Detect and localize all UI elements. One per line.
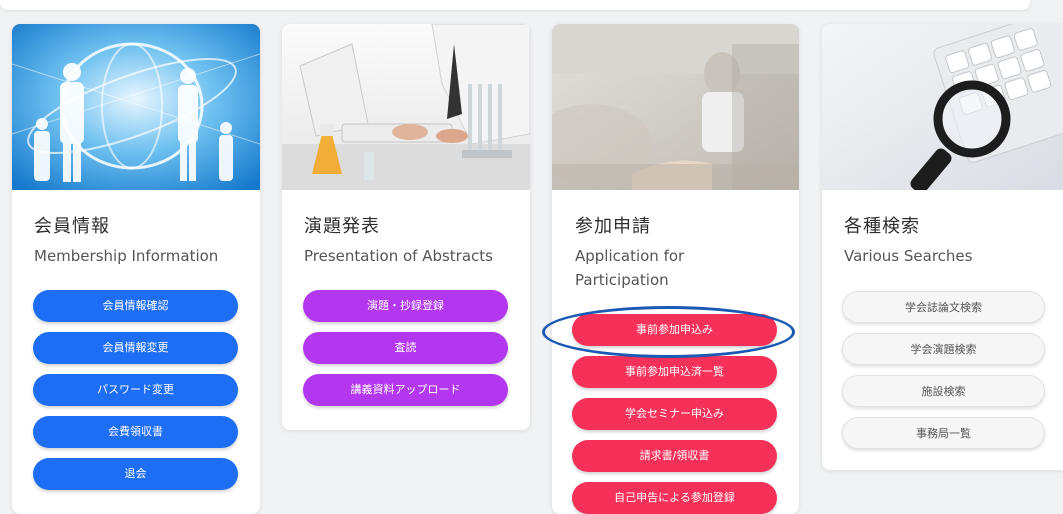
- abstracts-image: [282, 24, 530, 190]
- card-title: 会員情報: [34, 216, 110, 237]
- member-info-change-button[interactable]: 会員情報変更: [33, 332, 238, 364]
- withdraw-button[interactable]: 退会: [33, 458, 238, 490]
- lecture-material-upload-button[interactable]: 講義資料アップロード: [303, 374, 508, 406]
- card-title: 各種検索: [844, 216, 920, 237]
- card-subtitle: Various Searches: [844, 247, 973, 265]
- facility-search-button[interactable]: 施設検索: [842, 375, 1045, 407]
- secretariat-list-button[interactable]: 事務局一覧: [842, 417, 1045, 449]
- pre-registration-list-button[interactable]: 事前参加申込済一覧: [572, 356, 777, 388]
- membership-image: [12, 24, 260, 190]
- searches-image: [822, 24, 1063, 190]
- top-bar: [0, 0, 1030, 10]
- card-subtitle-line1: Application for: [575, 247, 685, 265]
- abstract-registration-button[interactable]: 演題・抄録登録: [303, 290, 508, 322]
- searches-card: 各種検索 Various Searches 学会誌論文検索 学会演題検索 施設検…: [822, 24, 1063, 470]
- participation-image: [552, 24, 799, 190]
- card-subtitle: Membership Information: [34, 247, 219, 265]
- card-subtitle: Application for Participation: [575, 244, 684, 292]
- pre-registration-button[interactable]: 事前参加申込み: [572, 314, 777, 346]
- abstracts-card: 演題発表 Presentation of Abstracts 演題・抄録登録 査…: [282, 24, 530, 430]
- self-report-registration-button[interactable]: 自己申告による参加登録: [572, 482, 777, 514]
- card-title: 参加申請: [575, 216, 651, 237]
- invoice-receipt-button[interactable]: 請求書/領収書: [572, 440, 777, 472]
- participation-card: 参加申請 Application for Participation 事前参加申…: [552, 24, 799, 514]
- membership-fee-receipt-button[interactable]: 会費領収書: [33, 416, 238, 448]
- card-title: 演題発表: [304, 216, 380, 237]
- password-change-button[interactable]: パスワード変更: [33, 374, 238, 406]
- member-info-check-button[interactable]: 会員情報確認: [33, 290, 238, 322]
- membership-card: 会員情報 Membership Information 会員情報確認 会員情報変…: [12, 24, 260, 514]
- card-subtitle: Presentation of Abstracts: [304, 247, 493, 265]
- journal-article-search-button[interactable]: 学会誌論文検索: [842, 291, 1045, 323]
- presentation-search-button[interactable]: 学会演題検索: [842, 333, 1045, 365]
- card-subtitle-line2: Participation: [575, 271, 669, 289]
- seminar-application-button[interactable]: 学会セミナー申込み: [572, 398, 777, 430]
- peer-review-button[interactable]: 査読: [303, 332, 508, 364]
